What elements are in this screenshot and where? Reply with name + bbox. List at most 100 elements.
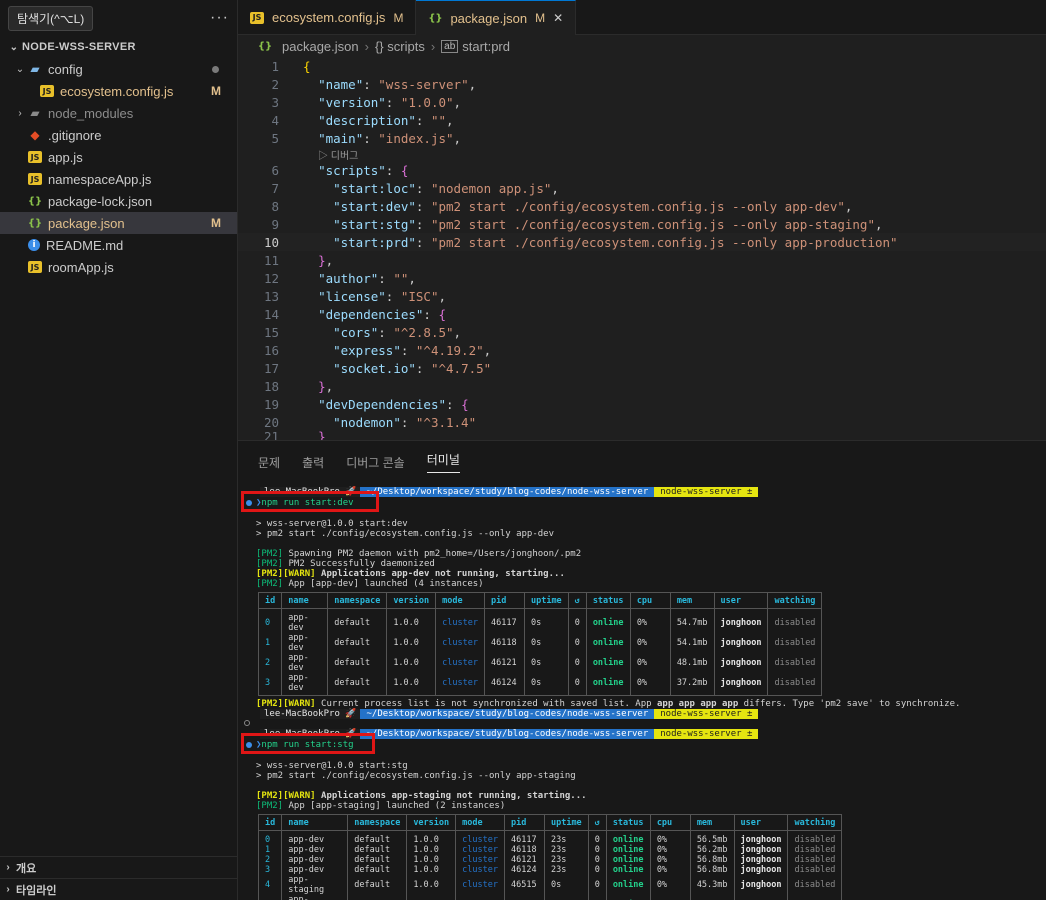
project-name: NODE-WSS-SERVER [22,41,136,53]
breadcrumb-start-prd[interactable]: start:prd [462,39,510,54]
timeline-section[interactable]: › 타임라인 [0,878,237,900]
table-cell: default [347,865,408,875]
line-number: 13 [263,288,279,304]
table-cell: 46117 [483,608,525,633]
code-editor[interactable]: 1{2 "name": "wss-server", 3 "version": "1… [238,57,1046,444]
code-line: 3 "version": "1.0.0", [238,93,1046,111]
tab-debug-console[interactable]: 디버그 콘솔 [346,454,405,471]
table-header: version [386,592,437,609]
table-header: status [585,592,631,609]
tree-item-label: config [48,61,83,77]
more-actions-icon[interactable]: ··· [210,9,229,27]
code-line: 7 "start:loc": "nodemon app.js", [238,179,1046,197]
table-header: uptime [543,814,589,831]
table-header: user [713,592,769,609]
line-number: 4 [271,112,279,128]
code-text: "dependencies": { [318,306,447,322]
table-cell: cluster [455,865,505,875]
table-cell: jonghoon [713,608,769,633]
explorer-title[interactable]: 탐색기(^⌥L) [8,5,94,31]
tree-item[interactable]: JS namespaceApp.js [0,168,237,190]
terminal-prompt: lee-MacBookPro 🚀 ~/Desktop/workspace/stud… [238,709,1046,719]
line-number: 2 [271,76,279,92]
terminal-output[interactable]: lee-MacBookPro 🚀 ~/Desktop/workspace/stud… [238,487,1046,900]
tree-item[interactable]: JS app.js [0,146,237,168]
breadcrumb: {} package.json › {} scripts › ab start:… [238,35,1046,57]
pm2-tag: [PM2][WARN] [256,699,316,709]
table-cell: online [605,845,651,855]
pm2-table-wrap: id name namespace version mode pid uptime ↺ stat… [238,592,1046,696]
code-text: "start:stg": "pm2 start ./config/ecosyst… [333,216,883,232]
chevron-right-icon: › [6,884,10,895]
table-cell: 0 [567,633,587,653]
table-cell: app-dev [281,653,329,673]
table-cell: 1.0.0 [386,653,437,673]
table-header: mode [455,814,505,831]
pm2-log-line: [PM2][WARN] Applications app-staging not… [238,791,1046,801]
table-cell: 1.0.0 [386,633,437,653]
tab-problems[interactable]: 문제 [258,454,280,471]
outline-section[interactable]: › 개요 [0,856,237,878]
table-cell: app-dev [281,633,329,653]
tab-package-json[interactable]: {} package.json M ✕ [416,0,577,35]
tree-item[interactable]: › ▰ node_modules [0,102,237,124]
table-cell: 0 [567,653,587,673]
table-cell: default [327,653,388,673]
tree-item[interactable]: JS roomApp.js [0,256,237,278]
code-line: 4 "description": "", [238,111,1046,129]
tree-item[interactable]: JS ecosystem.config.js M [0,80,237,102]
table-cell: jonghoon [733,875,789,895]
table-cell: 46516 [503,895,545,900]
debug-code-lens[interactable]: ▷ 디버그 [238,147,1046,162]
tree-item[interactable]: {} package-lock.json [0,190,237,212]
tree-item[interactable]: ◆ .gitignore [0,124,237,146]
code-text: "scripts": { [318,162,409,178]
tree-item[interactable]: i README.md [0,234,237,256]
pm2-tag: [PM2] [256,579,284,589]
code-line: 1{ [238,57,1046,75]
code-text: "devDependencies": { [318,396,469,412]
tree-item[interactable]: ⌄ ▰ config [0,58,237,80]
table-cell: 0 [587,830,607,845]
table-cell: app-staging [281,875,349,895]
tab-terminal[interactable]: 터미널 [426,451,460,473]
pm2-log-line: [PM2] Spawning PM2 daemon with pm2_home=… [238,549,1046,559]
line-number: 7 [271,180,279,196]
table-cell: online [585,633,631,653]
code-line: 8 "start:dev": "pm2 start ./config/ecosy… [238,197,1046,215]
tree-item-label: app.js [48,149,83,165]
tab-ecosystem-config[interactable]: JS ecosystem.config.js M [238,0,417,35]
code-line: 14 "dependencies": { [238,305,1046,323]
table-cell: default [327,608,388,633]
code-text: "start:loc": "nodemon app.js", [333,180,559,196]
code-text: "socket.io": "^4.7.5" [333,360,492,376]
line-number: 9 [271,216,279,232]
table-cell: 1.0.0 [406,855,457,865]
table-cell: jonghoon [733,845,789,855]
table-cell: 0 [257,830,283,845]
table-cell: 1 [257,845,283,855]
table-header: watching [767,592,823,609]
folder-icon: ▰ [30,106,40,120]
table-cell: 23s [543,865,589,875]
table-cell: disabled [787,895,843,900]
table-cell: 46124 [483,673,525,696]
table-cell: 46515 [503,875,545,895]
table-cell: online [605,855,651,865]
project-folder-header[interactable]: ⌄ NODE-WSS-SERVER [0,36,237,58]
breadcrumb-scripts[interactable]: {} scripts [375,39,425,54]
json-file-icon: {} [428,12,443,24]
table-header: ↺ [587,814,607,831]
table-cell: 0% [649,855,691,865]
tree-item[interactable]: {} package.json M [0,212,237,234]
breadcrumb-file[interactable]: package.json [282,39,359,54]
explorer-header: 탐색기(^⌥L) ··· [0,0,237,36]
table-cell: 45.3mb [689,875,735,895]
close-icon[interactable]: ✕ [553,11,563,25]
pm2-table: id name namespace version mode pid uptime ↺ stat… [257,592,823,696]
tab-output[interactable]: 출력 [302,454,324,471]
table-cell: 56.5mb [689,830,735,845]
pm2-message: PM2 Successfully daemonized [283,559,435,569]
table-cell: default [347,845,408,855]
